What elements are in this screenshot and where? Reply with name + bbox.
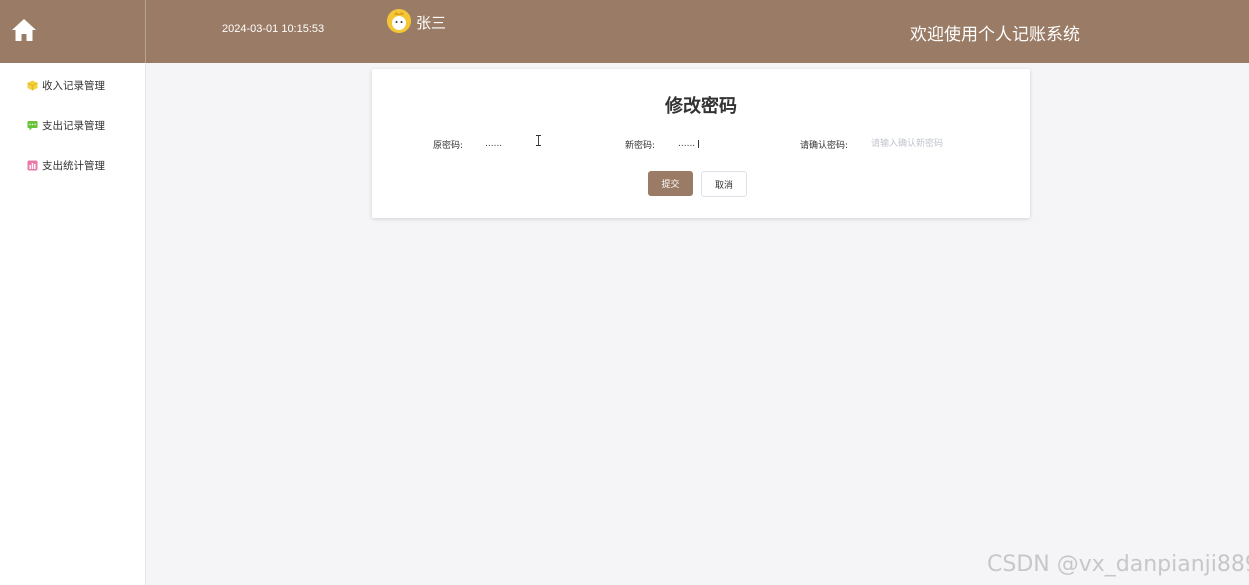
- sidebar-item-income[interactable]: 收入记录管理: [27, 76, 105, 94]
- username[interactable]: 张三: [416, 12, 446, 33]
- home-icon: [12, 19, 36, 41]
- cancel-button[interactable]: 取消: [701, 171, 747, 197]
- old-password-input[interactable]: [485, 136, 565, 152]
- welcome-title: 欢迎使用个人记账系统: [910, 25, 1080, 45]
- chart-icon: [27, 160, 38, 170]
- sidebar-item-label: 收入记录管理: [42, 79, 105, 92]
- home-button[interactable]: [0, 0, 146, 63]
- cube-icon: [27, 80, 38, 90]
- avatar[interactable]: [387, 9, 411, 33]
- message-icon: [27, 120, 38, 130]
- avatar-icon: [387, 9, 411, 33]
- watermark: CSDN @vx_danpianji889: [987, 552, 1249, 577]
- sidebar-item-expense[interactable]: 支出记录管理: [27, 116, 105, 134]
- new-password-input[interactable]: [678, 136, 758, 152]
- change-password-card: 修改密码 原密码: 新密码: 请确认密码: 提交 取消: [372, 69, 1030, 218]
- new-password-label: 新密码:: [625, 141, 656, 151]
- text-caret: [698, 140, 699, 148]
- submit-button[interactable]: 提交: [648, 171, 693, 196]
- sidebar: 收入记录管理 支出记录管理 支出统计管理: [0, 63, 146, 585]
- sidebar-item-label: 支出统计管理: [42, 159, 105, 172]
- confirm-password-input[interactable]: [871, 136, 981, 152]
- top-header: 2024-03-01 10:15:53 张三 欢迎使用个人记账系统: [0, 0, 1249, 63]
- sidebar-item-statistics[interactable]: 支出统计管理: [27, 156, 105, 174]
- confirm-password-label: 请确认密码:: [800, 141, 849, 151]
- sidebar-item-label: 支出记录管理: [42, 119, 105, 132]
- text-cursor-icon: [536, 135, 541, 146]
- datetime-display: 2024-03-01 10:15:53: [222, 23, 325, 35]
- old-password-label: 原密码:: [433, 141, 464, 151]
- page-title: 修改密码: [665, 96, 737, 117]
